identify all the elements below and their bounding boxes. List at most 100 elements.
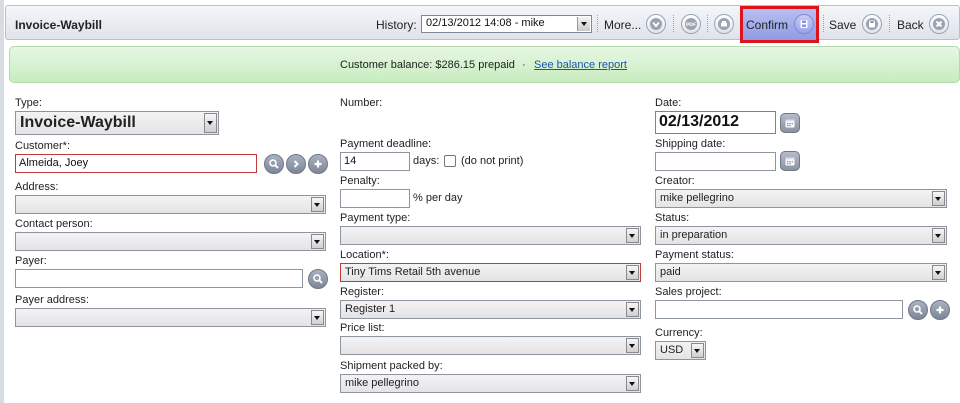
packed-by-select[interactable]: mike pellegrino <box>340 374 641 393</box>
toolbar-divider <box>823 15 824 32</box>
save-icon[interactable] <box>794 14 814 34</box>
location-select[interactable]: Tiny Tims Retail 5th avenue <box>340 263 641 282</box>
creator-select[interactable]: mike pellegrino <box>655 189 947 208</box>
date-label: Date: <box>655 97 682 109</box>
more-button[interactable]: More... <box>604 18 641 32</box>
balance-banner: Customer balance: $286.15 prepaid · See … <box>9 46 960 83</box>
creator-label: Creator: <box>655 175 695 187</box>
status-label: Status: <box>655 212 690 224</box>
customer-label: Customer*: <box>15 140 71 152</box>
search-icon[interactable] <box>308 269 328 289</box>
sales-project-label: Sales project: <box>655 286 722 298</box>
toolbar-divider <box>597 15 598 32</box>
chevron-down-icon <box>626 376 639 391</box>
chevron-down-icon <box>626 338 639 353</box>
shipping-date-field[interactable] <box>655 152 776 171</box>
chevron-down-icon <box>932 265 945 280</box>
creator-select-value: mike pellegrino <box>660 192 734 204</box>
type-select[interactable]: Invoice-Waybill <box>15 111 219 135</box>
payer-address-select[interactable] <box>15 308 326 327</box>
history-select[interactable]: 02/13/2012 14:08 - mike <box>421 15 592 33</box>
search-icon[interactable] <box>264 154 284 174</box>
payment-status-label: Payment status: <box>655 249 734 261</box>
number-label: Number: <box>340 97 383 109</box>
balance-report-link[interactable]: See balance report <box>534 59 627 71</box>
register-select-value: Register 1 <box>345 303 396 315</box>
save-icon[interactable] <box>862 14 882 34</box>
sales-project-field[interactable] <box>655 300 903 319</box>
chevron-down-icon <box>626 302 639 317</box>
payment-deadline-field[interactable]: 14 <box>340 152 410 171</box>
print-icon[interactable] <box>714 14 734 34</box>
chevron-down-icon <box>932 191 945 206</box>
register-label: Register: <box>340 286 385 298</box>
penalty-field[interactable] <box>340 189 410 208</box>
banner-separator: · <box>522 59 526 71</box>
chevron-down-icon <box>311 310 324 325</box>
confirm-button[interactable]: Confirm <box>746 18 788 32</box>
payer-label: Payer: <box>15 255 47 267</box>
price-list-label: Price list: <box>340 322 385 334</box>
page-title: Invoice-Waybill <box>15 18 102 32</box>
pdf-icon[interactable]: PDF <box>681 14 701 34</box>
do-not-print-label: (do not print) <box>461 155 524 167</box>
chevron-down-icon <box>204 113 217 133</box>
save-button[interactable]: Save <box>829 18 856 32</box>
payment-deadline-label: Payment deadline: <box>340 138 432 150</box>
close-icon[interactable] <box>929 14 949 34</box>
history-select-value: 02/13/2012 14:08 - mike <box>426 17 545 29</box>
currency-select-value: USD <box>660 344 684 356</box>
chevron-down-icon <box>626 228 639 243</box>
shipping-date-label: Shipping date: <box>655 138 726 150</box>
history-label: History: <box>376 18 417 32</box>
address-label: Address: <box>15 181 59 193</box>
currency-label: Currency: <box>655 327 703 339</box>
status-select-value: in preparation <box>660 229 728 241</box>
arrow-right-icon[interactable] <box>286 154 306 174</box>
address-select[interactable] <box>15 195 326 214</box>
location-select-value: Tiny Tims Retail 5th avenue <box>345 266 481 278</box>
chevron-down-icon <box>311 234 324 249</box>
plus-icon[interactable] <box>308 154 328 174</box>
chevron-down-icon <box>626 265 639 280</box>
payment-status-select-value: paid <box>660 266 681 278</box>
svg-text:PDF: PDF <box>686 22 696 28</box>
calendar-icon[interactable] <box>780 113 800 133</box>
do-not-print-checkbox[interactable] <box>444 155 456 167</box>
price-list-select[interactable] <box>340 336 641 355</box>
payment-type-label: Payment type: <box>340 212 411 224</box>
location-label: Location*: <box>340 249 389 261</box>
search-icon[interactable] <box>908 300 928 320</box>
plus-icon[interactable] <box>930 300 950 320</box>
calendar-icon[interactable] <box>780 151 800 171</box>
payment-type-select[interactable] <box>340 226 641 245</box>
chevron-down-icon <box>311 197 324 212</box>
date-field[interactable]: 02/13/2012 <box>655 111 776 134</box>
payment-status-select[interactable]: paid <box>655 263 947 282</box>
back-button[interactable]: Back <box>897 18 924 32</box>
chevron-down-icon <box>932 228 945 243</box>
toolbar-divider <box>707 15 708 32</box>
payer-field[interactable] <box>15 269 303 288</box>
customer-field[interactable]: Almeida, Joey <box>15 154 257 173</box>
window-edge <box>0 0 4 403</box>
type-label: Type: <box>15 97 42 109</box>
contact-person-label: Contact person: <box>15 218 93 230</box>
status-select[interactable]: in preparation <box>655 226 947 245</box>
packed-by-label: Shipment packed by: <box>340 360 443 372</box>
chevron-down-icon[interactable] <box>646 14 666 34</box>
penalty-label: Penalty: <box>340 175 380 187</box>
balance-text: Customer balance: $286.15 prepaid <box>340 59 515 71</box>
type-select-value: Invoice-Waybill <box>20 114 136 131</box>
days-label: days: <box>413 155 440 167</box>
chevron-down-icon <box>577 17 590 31</box>
register-select[interactable]: Register 1 <box>340 300 641 319</box>
chevron-down-icon <box>691 343 704 358</box>
per-day-label: % per day <box>413 192 463 204</box>
toolbar-divider <box>889 15 890 32</box>
currency-select[interactable]: USD <box>655 341 706 360</box>
packed-by-select-value: mike pellegrino <box>345 377 419 389</box>
payer-address-label: Payer address: <box>15 294 89 306</box>
toolbar-divider <box>673 15 674 32</box>
contact-person-select[interactable] <box>15 232 326 251</box>
